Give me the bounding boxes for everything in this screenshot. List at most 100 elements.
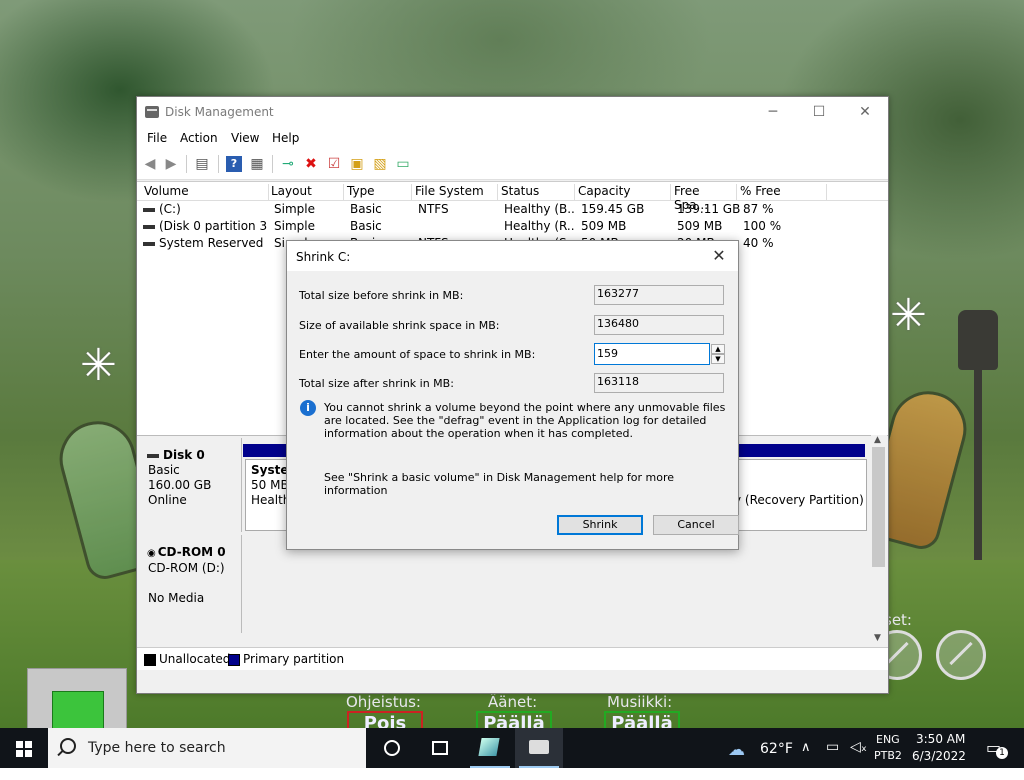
cdrom-0-label[interactable]: ◉ CD-ROM 0 CD-ROM (D:) No Media [138, 535, 242, 633]
title-bar[interactable]: Disk Management ─ ☐ ✕ [137, 97, 888, 127]
unallocated-swatch [144, 654, 156, 666]
shrink-amount-input[interactable]: 159 [594, 343, 710, 365]
windows-logo-icon [16, 741, 32, 757]
game-label-sounds: Äänet: [488, 693, 538, 711]
menu-bar: File Action View Help [137, 127, 888, 149]
maximize-button[interactable]: ☐ [796, 97, 842, 127]
shrink-button[interactable]: Shrink [557, 515, 643, 535]
search-placeholder: Type here to search [88, 740, 226, 756]
clock[interactable]: 3:50 AM 6/3/2022 [910, 728, 972, 768]
notification-center-button[interactable]: ▭ 1 [984, 728, 1014, 768]
column-header[interactable]: Type [344, 184, 412, 200]
search-folder-icon[interactable]: ▧ [372, 156, 388, 172]
minimize-button[interactable]: ─ [750, 97, 796, 127]
taskbar-search-box[interactable]: Type here to search [48, 728, 366, 768]
cloud-icon: ☁ [728, 740, 745, 760]
table-row[interactable]: (Disk 0 partition 3) Simple Basic Health… [137, 218, 888, 235]
spin-up-button[interactable]: ▲ [711, 344, 725, 354]
window-title: Disk Management [165, 105, 274, 119]
menu-action[interactable]: Action [180, 131, 218, 145]
scrollbar-thumb[interactable] [872, 447, 885, 567]
cdrom-icon: ◉ [147, 548, 156, 559]
language-indicator[interactable]: ENG PTB2 [872, 728, 906, 768]
network-icon[interactable]: ▭ [826, 739, 839, 779]
dialog-title: Shrink C: [296, 250, 351, 264]
legend-unallocated: Unallocated [159, 652, 231, 666]
column-header[interactable]: Status [498, 184, 575, 200]
back-arrow-icon[interactable]: ◀ [142, 156, 158, 172]
delete-icon[interactable]: ✖ [303, 156, 319, 172]
taskbar-app-game[interactable] [466, 728, 514, 768]
help-icon[interactable]: ? [226, 156, 242, 172]
connect-drive-icon[interactable]: ⊸ [280, 156, 296, 172]
column-header[interactable]: Capacity [575, 184, 671, 200]
recovery-partition[interactable]: y (Recovery Partition) [731, 459, 867, 531]
properties-icon[interactable]: ▦ [249, 156, 265, 172]
drive-icon [143, 224, 155, 229]
disk-management-app-icon [529, 740, 549, 754]
scroll-up-icon[interactable]: ▲ [874, 435, 881, 445]
volume-muted-icon[interactable]: ◁ₓ [850, 739, 867, 779]
menu-view[interactable]: View [231, 131, 259, 145]
info-icon: i [300, 400, 316, 416]
cortana-icon [384, 740, 400, 756]
cancel-button[interactable]: Cancel [653, 515, 739, 535]
game-label-music: Musiikki: [607, 693, 673, 711]
column-header[interactable]: % Free [737, 184, 827, 200]
folder-up-icon[interactable]: ▣ [349, 156, 365, 172]
forward-arrow-icon[interactable]: ▶ [163, 156, 179, 172]
show-hide-console-tree-icon[interactable]: ▤ [194, 156, 210, 172]
shrink-amount-label: Enter the amount of space to shrink in M… [299, 348, 536, 361]
total-after-label: Total size after shrink in MB: [299, 377, 454, 390]
column-header[interactable]: Layout [268, 184, 344, 200]
help-link-text: See "Shrink a basic volume" in Disk Mana… [324, 471, 675, 497]
game-toggle-button[interactable] [936, 630, 986, 680]
task-view-icon [432, 741, 448, 755]
vertical-scrollbar[interactable]: ▲ ▼ [871, 435, 887, 647]
legend-bar: Unallocated Primary partition [137, 647, 888, 670]
legend-primary-partition: Primary partition [243, 652, 345, 666]
primary-partition-swatch [228, 654, 240, 666]
menu-file[interactable]: File [147, 131, 167, 145]
clock-time: 3:50 AM [916, 732, 966, 746]
clock-date: 6/3/2022 [912, 749, 966, 763]
taskbar-app-disk-management[interactable] [515, 728, 563, 768]
info-text: You cannot shrink a volume beyond the po… [324, 401, 726, 440]
available-space-label: Size of available shrink space in MB: [299, 319, 500, 332]
volume-list-header: Volume Layout Type File System Status Ca… [137, 182, 888, 212]
checklist-icon[interactable]: ☑ [326, 156, 342, 172]
game-app-icon [478, 738, 500, 756]
desktop-game-icon[interactable] [27, 668, 127, 733]
column-header[interactable]: Free Spa... [671, 184, 737, 212]
close-button[interactable]: ✕ [842, 97, 888, 127]
shrink-dialog: Shrink C: ✕ Total size before shrink in … [286, 240, 739, 550]
task-view-button[interactable] [416, 728, 464, 768]
dialog-title-bar[interactable]: Shrink C: ✕ [287, 241, 738, 271]
toolbar: ◀ ▶ ▤ ? ▦ ⊸ ✖ ☑ ▣ ▧ ▭ [137, 149, 888, 180]
background-pole [974, 370, 982, 560]
disk-management-icon [145, 106, 159, 118]
drive-icon [143, 207, 155, 212]
background-lamp [958, 310, 998, 370]
disk-icon [147, 453, 159, 458]
spin-down-button[interactable]: ▼ [711, 354, 725, 364]
table-row[interactable]: (C:) Simple Basic NTFS Healthy (B... 159… [137, 201, 888, 218]
taskbar: Type here to search ☁ 62°F ∧ ▭ ◁ₓ ENG PT… [0, 728, 1024, 768]
weather-temperature: 62°F [760, 741, 793, 757]
show-hidden-icons-icon[interactable]: ∧ [801, 740, 811, 780]
disk-0-label[interactable]: Disk 0 Basic 160.00 GB Online [138, 438, 242, 532]
dialog-close-button[interactable]: ✕ [706, 245, 732, 267]
drive-icon [143, 241, 155, 246]
total-after-field: 163118 [594, 373, 724, 393]
column-header[interactable]: Volume [141, 184, 269, 200]
total-before-field: 163277 [594, 285, 724, 305]
menu-help[interactable]: Help [272, 131, 299, 145]
view-icon[interactable]: ▭ [395, 156, 411, 172]
search-icon [60, 738, 76, 754]
background-spark: ✳ [890, 290, 927, 341]
start-button[interactable] [0, 728, 48, 768]
scroll-down-icon[interactable]: ▼ [874, 633, 881, 643]
cortana-button[interactable] [368, 728, 416, 768]
column-header[interactable]: File System [412, 184, 498, 200]
notification-badge: 1 [996, 747, 1008, 759]
